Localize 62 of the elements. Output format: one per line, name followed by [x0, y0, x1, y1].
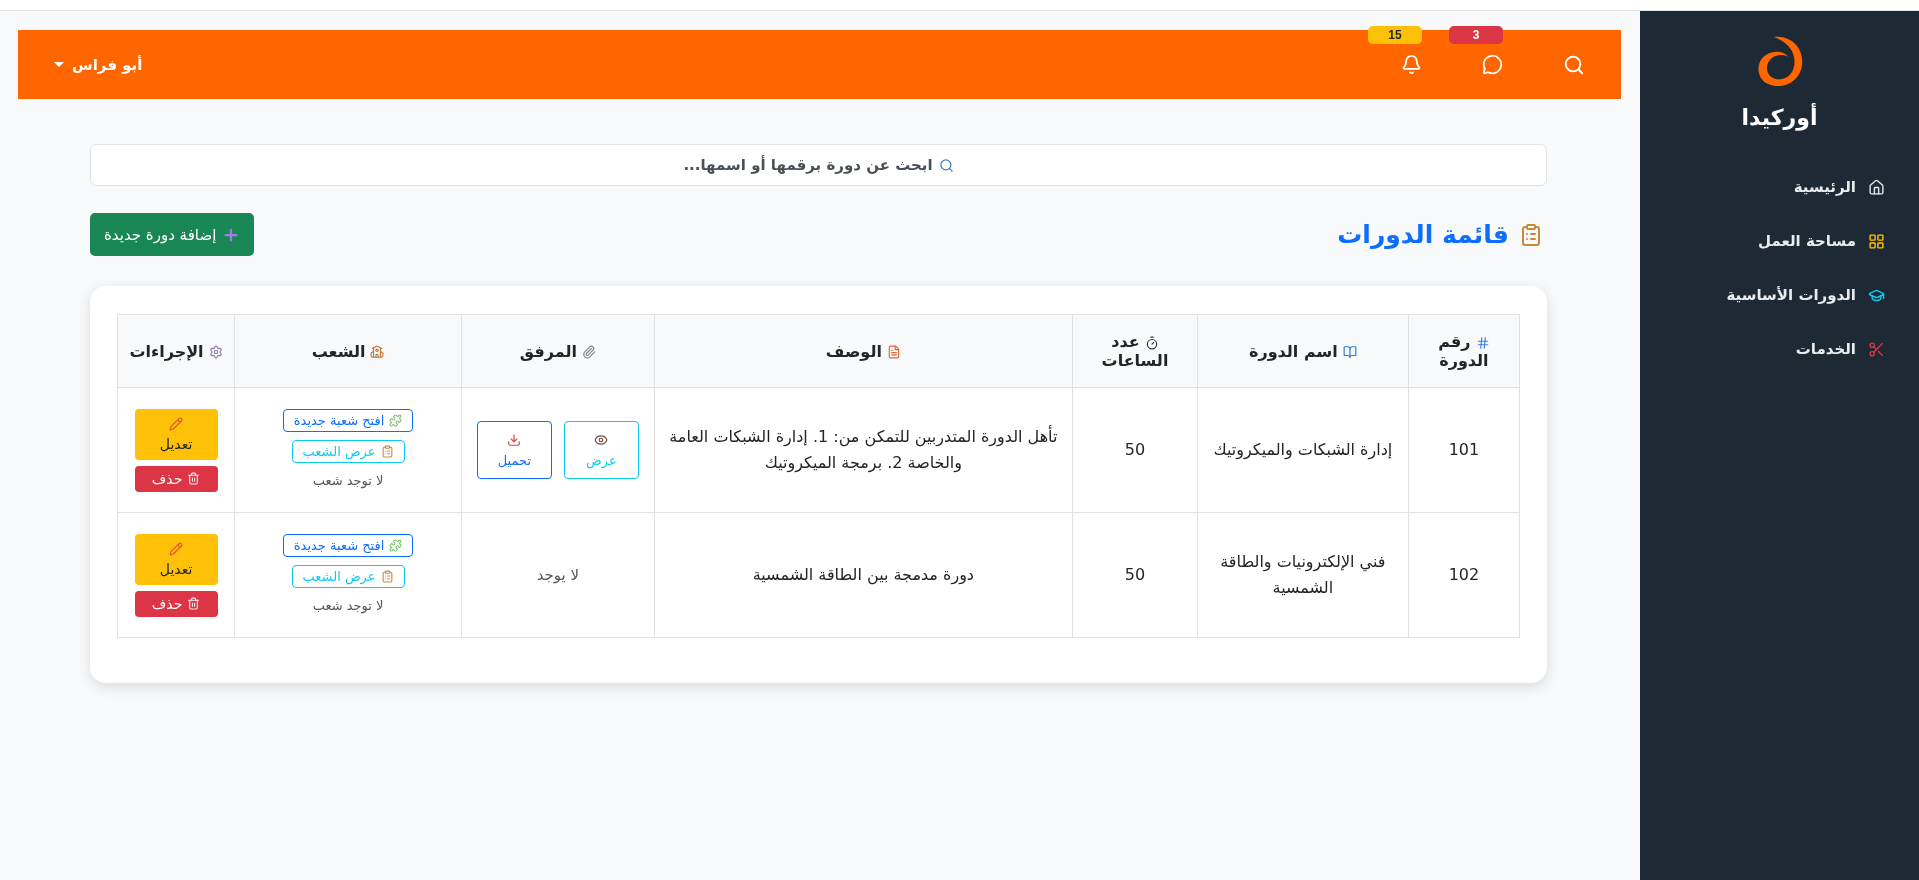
search-icon	[938, 157, 954, 173]
download-icon	[507, 432, 522, 447]
clipboard-icon	[380, 569, 394, 583]
school-icon	[370, 345, 385, 359]
sidebar-item[interactable]: الرئيسية	[1640, 160, 1885, 214]
edit-button[interactable]: تعديل	[134, 533, 218, 585]
column-header: الشعب	[234, 314, 462, 388]
column-header: المرفق	[461, 314, 655, 388]
table-cell: فني الإلكترونيات والطاقة الشمسية	[1220, 552, 1386, 597]
open-branch-button[interactable]: افتح شعبة جديدة	[282, 408, 414, 432]
clipboard-icon	[380, 444, 394, 458]
sidebar-item[interactable]: مساحة العمل	[1640, 214, 1885, 268]
book-icon	[1342, 345, 1357, 359]
table-cell: إدارة الشبكات والميكروتيك	[1213, 440, 1393, 460]
table-cell: تأهل الدورة المتدربين للتمكن من: 1. إدارة الشبكات العامة والخاصة 2. برمجة الميكروتيك	[669, 427, 1058, 472]
open-branch-button[interactable]: افتح شعبة جديدة	[282, 533, 414, 557]
sidebar-item[interactable]: الدورات الأساسية	[1640, 268, 1885, 322]
search-field[interactable]: ابحث عن دورة برقمها أو اسمها...	[90, 144, 1547, 186]
edit-button[interactable]: تعديل	[134, 408, 218, 460]
no-branches-text: لا توجد شعب	[312, 471, 384, 491]
clipboard-icon	[1519, 222, 1543, 247]
column-header: اسم الدورة	[1197, 314, 1409, 388]
messages-badge: 3	[1449, 26, 1503, 44]
puzzle-icon	[389, 413, 403, 427]
column-header: الإجراءات	[117, 314, 235, 388]
delete-button[interactable]: حذف	[134, 590, 218, 617]
add-course-button[interactable]: إضافة دورة جديدة	[90, 213, 255, 256]
numbers-icon	[1475, 335, 1490, 350]
column-header: رقم الدورة	[1408, 314, 1520, 388]
delete-button[interactable]: حذف	[134, 465, 218, 492]
trash-icon	[187, 597, 201, 610]
trash-icon	[187, 472, 201, 485]
notifications-badge: 15	[1368, 26, 1422, 44]
caret-icon	[54, 62, 64, 67]
timer-icon	[1144, 335, 1159, 350]
column-header: عدد الساعات	[1072, 314, 1198, 388]
table-cell: دورة مدمجة بين الطاقة الشمسية	[752, 565, 974, 585]
grid-icon	[1868, 232, 1885, 250]
pencil-icon	[169, 541, 184, 556]
table-cell: 50	[1124, 565, 1146, 585]
table-cell: 101	[1448, 440, 1480, 460]
table-cell: 50	[1124, 440, 1146, 460]
scissors-icon	[1868, 340, 1885, 358]
eye-icon	[594, 432, 609, 447]
memo-icon	[886, 345, 901, 359]
brand-name: أوركيدا	[1741, 105, 1818, 130]
bell-icon	[1401, 54, 1422, 75]
download-button[interactable]: تحميل	[476, 421, 552, 479]
pencil-icon	[169, 416, 184, 431]
chat-bubble-icon	[1482, 54, 1503, 75]
user-menu[interactable]: أبو فراس	[48, 54, 149, 75]
no-branches-text: لا توجد شعب	[312, 596, 384, 616]
sidebar-item[interactable]: الخدمات	[1640, 322, 1885, 376]
no-attachment-text: لا يوجد	[536, 566, 580, 585]
home-icon	[1868, 178, 1885, 196]
gear-icon	[208, 345, 223, 359]
search-icon	[1563, 53, 1585, 76]
paperclip-icon	[581, 345, 596, 359]
column-header: الوصف	[654, 314, 1073, 388]
puzzle-icon	[389, 538, 403, 552]
table-cell: 102	[1448, 565, 1480, 585]
page-title: قائمة الدورات	[1337, 220, 1547, 249]
